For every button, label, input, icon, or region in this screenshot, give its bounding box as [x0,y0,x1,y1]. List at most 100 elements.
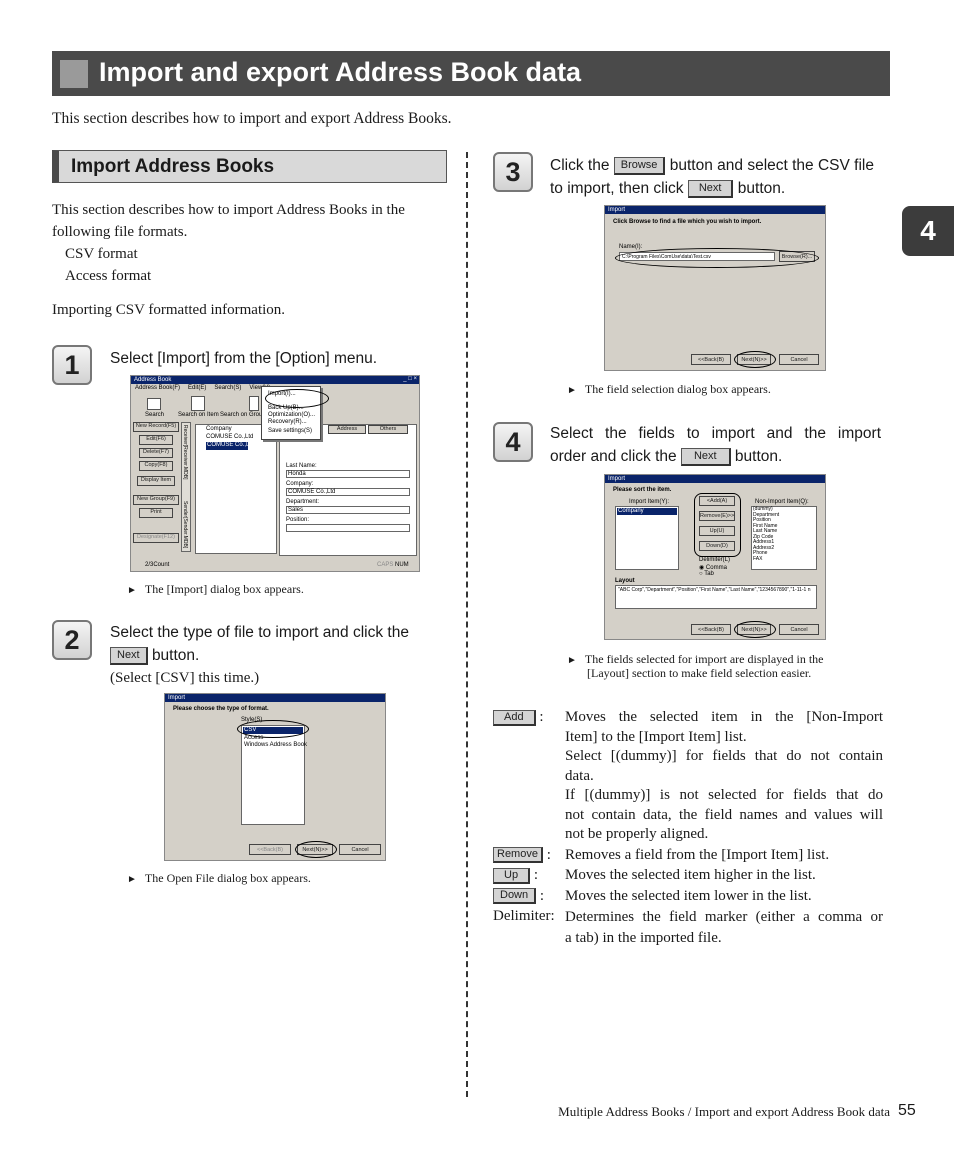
layout-label: Layout [615,578,635,584]
toolbar-label: Search on Group [220,412,266,418]
column-header[interactable]: Company [206,426,232,432]
side-tab-strip[interactable]: Receiver[Receiver.MDB] Sender[Sender.MDB… [181,422,191,552]
back-button[interactable]: <<Back(B) [691,624,731,635]
menu-save-settings[interactable]: Save settings(S) [268,428,312,434]
body-text: This section describes how to import Add… [52,199,452,321]
column-divider [466,152,468,1097]
menu-recovery[interactable]: Recovery(R)... [268,419,307,425]
import-item-selected[interactable]: Company [617,508,677,515]
definition-add: Add : Moves the selected item in the [No… [493,708,883,845]
step-line-text: Click the [550,157,610,174]
non-import-label: Non-Import Item(Q): [755,499,809,505]
highlight-ellipse [734,621,776,638]
definition-term: Up : [493,866,565,886]
toolbar-label: Search on Item [178,412,219,418]
tab-address[interactable]: Address [328,425,366,434]
record-row[interactable]: COMUSE Co.,Ltd [206,434,253,440]
next-button-label: Next [680,447,731,466]
search-icon[interactable] [147,398,161,410]
radio-comma[interactable]: ◉ Comma [699,564,727,571]
cancel-button[interactable]: Cancel [779,624,819,635]
menu-item[interactable]: Address Book(F) [135,385,180,391]
highlight-ellipse [295,841,337,858]
search-group-icon[interactable] [249,396,259,411]
new-group-button[interactable]: New Group(F9) [133,495,179,505]
definition-down: Down : Moves the selected item lower in … [493,887,883,907]
desc-line: Select [(dummy)] for fields that do not … [565,748,883,764]
designate-button[interactable]: Designate(F12) [133,533,179,543]
position-field[interactable] [286,524,410,532]
step-number: 1 [52,345,92,385]
definition-term: Add : [493,708,565,845]
copy-button[interactable]: Copy(F8) [139,461,173,471]
body-line: following file formats. [52,224,188,240]
sender-tab[interactable]: Sender[Sender.MDB] [182,501,188,548]
step-number: 4 [493,422,533,462]
menu-item[interactable]: Edit(E) [188,385,206,391]
step-number: 3 [493,152,533,192]
layout-field[interactable]: "ABC Corp","Department","Position","Firs… [615,585,817,609]
chapter-tab: 4 [902,206,954,256]
down-button-label: Down [493,888,537,905]
step-line: Click the Browse button and select the C… [550,154,890,177]
back-button[interactable]: <<Back(B) [691,354,731,365]
status-caps: CAPS [377,562,394,568]
desc-line: Item] to the [Import Item] list. [565,728,747,745]
last-name-field[interactable]: Honda [286,470,410,478]
step-result: ► The [Import] dialog box appears. [127,582,304,597]
step-result: ► The field selection dialog box appears. [567,382,771,397]
field-value: Sales [288,507,304,513]
title-square-icon [60,60,88,88]
window-controls-icon: _ □ × [403,376,417,382]
definition-up: Up : Moves the selected item higher in t… [493,866,883,886]
step-line-text: order and click the [550,448,677,465]
step-result: ► The Open File dialog box appears. [127,871,311,886]
record-row-selected[interactable]: COMUSE Co.,Ltd [206,442,254,450]
layout-value: "ABC Corp","Department","Position","Firs… [618,587,811,593]
delete-button[interactable]: Delete(F7) [139,448,173,458]
status-count: 2/3Count [145,562,170,568]
non-import-item[interactable]: FAX [753,556,779,563]
footer-text: Multiple Address Books / Import and expo… [558,1104,890,1119]
import-item-list[interactable]: Company [615,506,679,570]
record-list[interactable]: Company COMUSE Co.,Ltd COMUSE Co.,Ltd [195,424,277,554]
back-button[interactable]: <<Back(B) [249,844,291,855]
toolbar-label: Search [145,412,165,418]
highlight-ellipse [615,248,819,268]
window-title: Address Book [131,376,419,384]
highlight-ellipse [265,389,329,408]
menu-item[interactable]: Search(S) [214,385,241,391]
desc-line: Moves the selected item lower in the lis… [565,887,812,904]
name-label: Name(I): [619,244,643,250]
format-item: CSV format [65,246,138,262]
delimiter-label: Delimiter(L) [699,557,731,563]
display-item-button[interactable]: Display Item [137,476,175,486]
non-import-list[interactable]: (dummy) Department Position First Name L… [751,506,817,570]
company-field[interactable]: COMUSE Co.,Ltd [286,488,410,496]
menu-optimization[interactable]: Optimization(O)... [268,412,315,418]
cancel-button[interactable]: Cancel [339,844,381,855]
step-line: Select the type of file to import and cl… [110,624,409,641]
tab-others[interactable]: Others [368,425,408,434]
print-button[interactable]: Print [139,508,173,518]
department-field[interactable]: Sales [286,506,410,514]
section-title-bar: Import and export Address Book data [52,51,890,96]
definition-remove: Remove : Removes a field from the [Impor… [493,846,883,866]
format-item[interactable]: Windows Address Book [244,742,307,748]
radio-tab[interactable]: ○ Tab [699,571,714,577]
window-title: Import [165,694,385,702]
field-label: Department: [286,499,320,505]
cancel-button[interactable]: Cancel [779,354,819,365]
non-import-items: (dummy) Department Position First Name L… [753,506,779,563]
step-line: order and click the Next button. [550,445,881,468]
definitions-list: Add : Moves the selected item in the [No… [493,708,883,949]
search-item-icon[interactable] [191,396,205,411]
up-button-label: Up [493,867,531,884]
new-record-button[interactable]: New Record(F5) [133,422,179,432]
receiver-tab[interactable]: Receiver[Receiver.MDB] [182,425,188,479]
format-list[interactable]: CSV Access Windows Address Book [241,725,307,825]
csv-note: Importing CSV formatted information. [52,302,286,318]
next-button-label: Next [110,646,148,665]
format-item: Access format [65,268,152,284]
edit-button[interactable]: Edit(F6) [139,435,173,445]
